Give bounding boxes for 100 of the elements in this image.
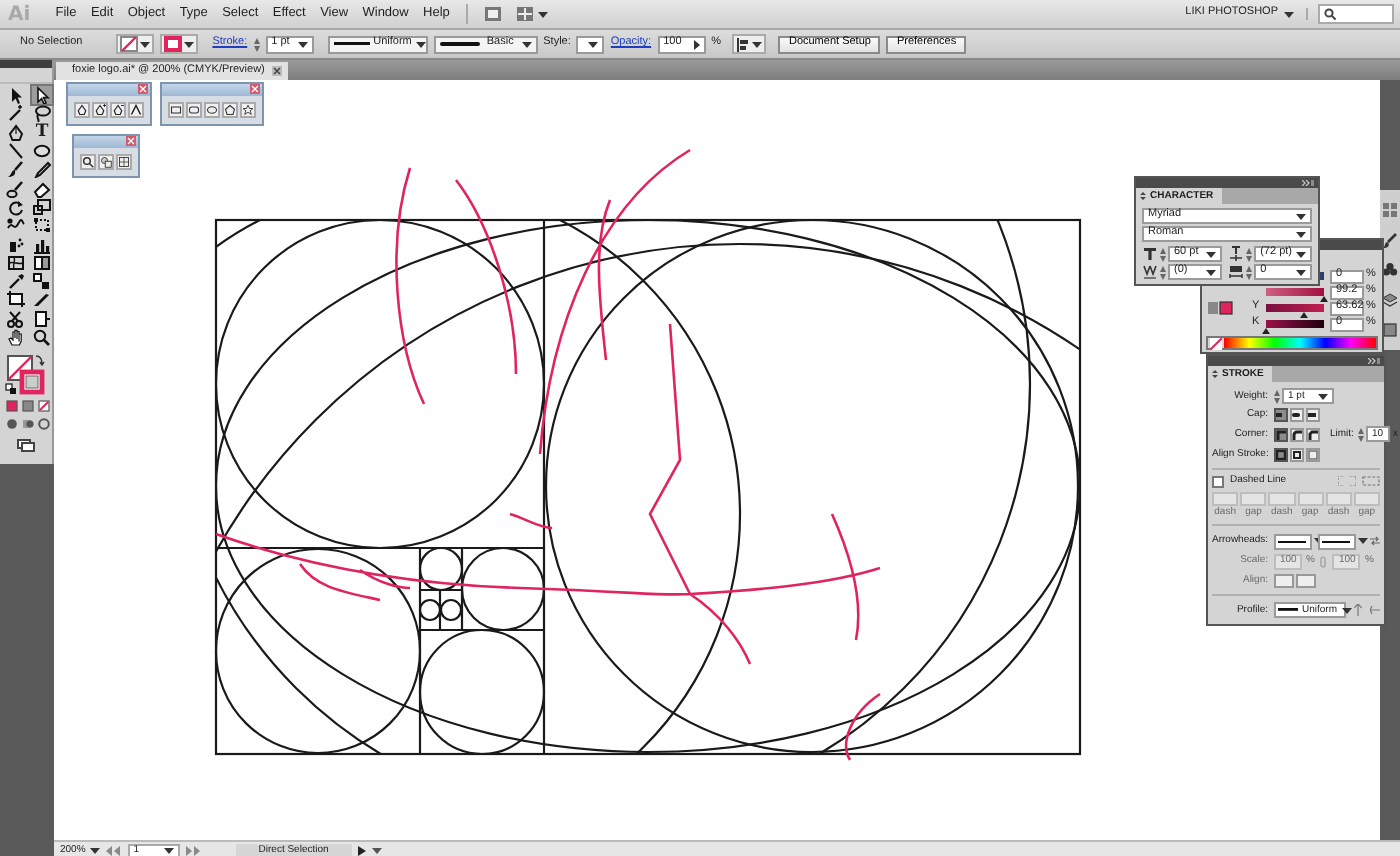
draw-normal-icon[interactable] bbox=[6, 418, 18, 431]
color-slider[interactable] bbox=[1266, 304, 1324, 312]
corner-option[interactable] bbox=[1290, 427, 1304, 442]
collapse-icon[interactable] bbox=[1302, 180, 1314, 186]
draw-behind-icon[interactable] bbox=[22, 418, 34, 431]
previous-artboard-icon[interactable] bbox=[105, 846, 122, 856]
spray-icon[interactable] bbox=[6, 235, 26, 254]
artboard-icon[interactable] bbox=[6, 290, 26, 309]
caret-icon bbox=[297, 41, 308, 47]
arrange-documents-button[interactable] bbox=[515, 6, 548, 22]
pencil-icon[interactable] bbox=[32, 160, 52, 179]
corner-option[interactable] bbox=[1274, 427, 1288, 442]
start-arrowhead-dropdown[interactable] bbox=[1274, 533, 1313, 549]
align-option[interactable] bbox=[1274, 447, 1289, 462]
color-mode-icon[interactable] bbox=[6, 400, 18, 413]
swap-icon[interactable] bbox=[1370, 536, 1380, 546]
collapse-icon[interactable] bbox=[1368, 358, 1380, 364]
magnifier-icon[interactable] bbox=[80, 154, 96, 170]
knife-icon[interactable] bbox=[32, 290, 52, 309]
pen-icon[interactable] bbox=[6, 123, 26, 142]
cap-option[interactable] bbox=[1290, 408, 1304, 423]
dashed-line-checkbox[interactable] bbox=[1212, 475, 1224, 488]
pen-plus-icon[interactable] bbox=[92, 102, 108, 118]
none-swatch-icon[interactable] bbox=[1210, 337, 1222, 349]
square-icon[interactable] bbox=[1382, 322, 1398, 338]
ellipse-icon[interactable] bbox=[204, 102, 220, 118]
pen-icon[interactable] bbox=[74, 102, 90, 118]
blob-brush-icon[interactable] bbox=[6, 179, 26, 198]
rotate-icon[interactable] bbox=[6, 197, 26, 216]
kerning-icon bbox=[1142, 264, 1158, 280]
bridge-icon[interactable] bbox=[483, 6, 502, 22]
caret-icon bbox=[1318, 393, 1328, 399]
line-preview-icon bbox=[333, 42, 370, 46]
caret-icon[interactable] bbox=[371, 848, 382, 854]
cap-option[interactable] bbox=[1274, 408, 1288, 423]
fill-stroke-icon[interactable] bbox=[1206, 300, 1234, 316]
screen-mode-icon[interactable] bbox=[16, 438, 36, 453]
color-spectrum[interactable] bbox=[1206, 336, 1378, 350]
color-slider[interactable] bbox=[1266, 288, 1324, 296]
brush-icon[interactable] bbox=[6, 160, 26, 179]
line-icon[interactable] bbox=[6, 142, 26, 161]
fill-stroke-swatches[interactable] bbox=[2, 352, 50, 397]
flip-icon[interactable] bbox=[1354, 604, 1362, 617]
draw-inside-icon[interactable] bbox=[38, 418, 50, 431]
ellipse-icon[interactable] bbox=[32, 142, 52, 161]
close-icon[interactable] bbox=[272, 66, 283, 76]
line-preview-icon bbox=[1322, 537, 1351, 545]
type-tool[interactable]: T bbox=[32, 122, 52, 143]
rounded-rectangle-icon[interactable] bbox=[186, 102, 202, 118]
stroke-color-picker[interactable] bbox=[116, 34, 155, 54]
eyedropper-icon[interactable] bbox=[6, 272, 26, 291]
caret-icon bbox=[89, 848, 100, 854]
anchor-point-icon[interactable] bbox=[128, 102, 144, 118]
search-field[interactable] bbox=[1318, 4, 1394, 24]
caret-icon bbox=[588, 41, 599, 47]
scale-icon[interactable] bbox=[32, 197, 52, 216]
gradient-mode-icon[interactable] bbox=[22, 400, 34, 413]
tracking-icon bbox=[1228, 264, 1245, 280]
slider-thumb[interactable] bbox=[1262, 328, 1270, 334]
align-option[interactable] bbox=[1290, 447, 1305, 462]
direct-selection-icon[interactable] bbox=[32, 86, 52, 105]
caret-icon bbox=[1358, 538, 1369, 544]
align-dropdown[interactable] bbox=[732, 34, 767, 54]
transform-icon[interactable] bbox=[32, 216, 52, 235]
color-slider[interactable] bbox=[1266, 320, 1324, 328]
grid-icon[interactable] bbox=[116, 154, 132, 170]
up-down-arrows-icon bbox=[1140, 192, 1146, 200]
rectangle-icon[interactable] bbox=[168, 102, 184, 118]
slider-thumb[interactable] bbox=[1319, 296, 1328, 302]
corner-option[interactable] bbox=[1306, 427, 1320, 442]
page-icon[interactable] bbox=[32, 309, 52, 328]
polygon-icon[interactable] bbox=[222, 102, 238, 118]
caret-icon bbox=[415, 41, 426, 47]
fill-color-picker[interactable] bbox=[160, 34, 199, 54]
layers-icon[interactable] bbox=[1382, 292, 1398, 308]
mesh-icon[interactable] bbox=[6, 253, 26, 272]
play-icon[interactable] bbox=[357, 846, 366, 856]
clover-icon[interactable] bbox=[1382, 262, 1398, 278]
pen-minus-icon[interactable] bbox=[110, 102, 126, 118]
zoom-icon[interactable] bbox=[32, 328, 52, 346]
lasso-icon[interactable] bbox=[32, 104, 52, 123]
bar-chart-icon[interactable] bbox=[32, 235, 52, 254]
shapes-icon[interactable] bbox=[98, 154, 114, 170]
eraser-icon[interactable] bbox=[32, 179, 52, 198]
scissors-icon[interactable] bbox=[6, 309, 26, 328]
caret-icon bbox=[521, 41, 532, 47]
line-preview-icon bbox=[439, 41, 480, 47]
flip-vertical-icon[interactable] bbox=[1370, 604, 1380, 617]
cap-option[interactable] bbox=[1306, 408, 1320, 423]
blend-icon[interactable] bbox=[32, 272, 52, 291]
wand-icon[interactable] bbox=[6, 104, 26, 123]
gradient-icon[interactable] bbox=[32, 253, 52, 272]
hand-icon[interactable] bbox=[6, 328, 26, 346]
star-icon[interactable] bbox=[240, 102, 256, 118]
arrow-icon[interactable] bbox=[6, 86, 26, 105]
graphic-style-dropdown[interactable] bbox=[576, 35, 605, 53]
caret-icon bbox=[163, 848, 174, 854]
spinner-icon[interactable] bbox=[253, 37, 260, 51]
none-mode-icon[interactable] bbox=[38, 400, 50, 413]
next-artboard-icon[interactable] bbox=[185, 846, 202, 856]
